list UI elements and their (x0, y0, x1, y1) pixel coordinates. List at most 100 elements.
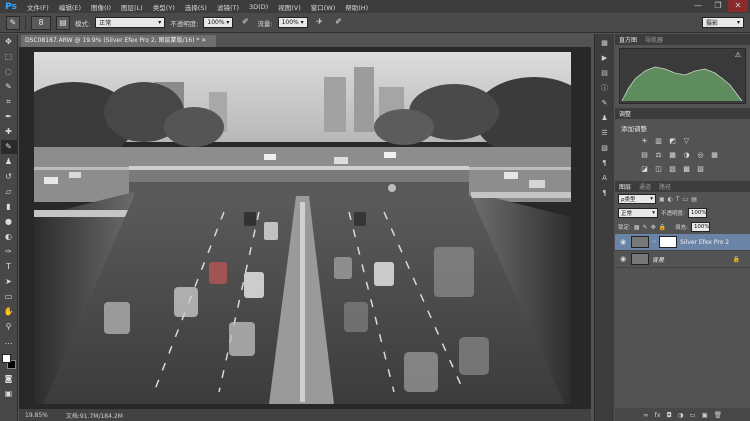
marquee-tool-icon[interactable]: ⬚ (1, 50, 17, 64)
tab-adjustments[interactable]: 调整 (619, 109, 631, 118)
gradient-map-icon[interactable]: ▧ (695, 164, 706, 175)
menu-window[interactable]: 窗口(W) (306, 2, 341, 12)
blend-mode-select[interactable]: 正常 ▾ (618, 208, 658, 218)
blur-tool-icon[interactable]: ● (1, 215, 17, 229)
layer-name[interactable]: Silver Efex Pro 2 (680, 239, 729, 246)
layer-opacity-field[interactable]: 100% (687, 208, 707, 218)
lock-image-icon[interactable]: ✎ (643, 224, 648, 231)
tab-layers[interactable]: 图层 (619, 182, 631, 191)
hand-tool-icon[interactable]: ✋ (1, 305, 17, 319)
lock-position-icon[interactable]: ✥ (651, 224, 656, 231)
dodge-tool-icon[interactable]: ◐ (1, 230, 17, 244)
layer-style-icon[interactable]: fx (654, 411, 660, 419)
close-button[interactable]: ✕ (728, 0, 748, 12)
menu-type[interactable]: 类型(Y) (148, 2, 180, 12)
eraser-tool-icon[interactable]: ▱ (1, 185, 17, 199)
brush-tool-icon[interactable]: ✎ (0, 140, 17, 154)
foreground-color-swatch[interactable] (1, 354, 11, 363)
workspace-select[interactable]: 摄影 ▾ (702, 17, 744, 28)
menu-view[interactable]: 视图(V) (273, 2, 306, 12)
move-tool-icon[interactable]: ✥ (1, 35, 17, 49)
gradient-tool-icon[interactable]: ▮ (1, 200, 17, 214)
crop-tool-icon[interactable]: ⌗ (1, 95, 17, 109)
brush-size-picker[interactable]: 8 (31, 15, 51, 30)
brush-tool-preset-icon[interactable]: ✎ (6, 15, 20, 30)
warning-icon[interactable]: ⚠ (735, 51, 741, 59)
pixel-filter-icon[interactable]: ▣ (659, 196, 665, 203)
photo-filter-icon[interactable]: ◑ (681, 150, 692, 161)
chain-link-icon[interactable]: ∞ (652, 239, 656, 245)
layer-row-silver-efex[interactable]: ◉ ∞ Silver Efex Pro 2 (615, 234, 750, 251)
pen-tool-icon[interactable]: ✑ (1, 245, 17, 259)
type-filter-icon[interactable]: T (676, 196, 680, 203)
airbrush-icon[interactable]: ✈ (313, 16, 327, 30)
menu-filter[interactable]: 滤镜(T) (212, 2, 244, 12)
shape-tool-icon[interactable]: ▭ (1, 290, 17, 304)
trash-icon[interactable]: 🗑 (714, 411, 722, 419)
history-panel-icon[interactable]: ▦ (598, 37, 612, 49)
levels-icon[interactable]: ▥ (653, 136, 664, 147)
zoom-level[interactable]: 19.85% (25, 412, 48, 419)
tab-histogram[interactable]: 直方图 (619, 35, 637, 44)
menu-image[interactable]: 图像(I) (86, 2, 116, 12)
layer-thumbnail[interactable] (631, 253, 649, 265)
screen-mode-icon[interactable]: ▣ (1, 387, 17, 401)
tab-channels[interactable]: 通道 (639, 182, 651, 191)
document-size[interactable]: 文档:91.7M/184.2M (66, 411, 123, 420)
layer-row-background[interactable]: ◉ 背景 🔒 (615, 251, 750, 268)
eye-icon[interactable]: ◉ (618, 238, 628, 246)
flow-field[interactable]: 100% ▾ (277, 17, 308, 28)
healing-brush-tool-icon[interactable]: ✚ (1, 125, 17, 139)
posterize-icon[interactable]: ◫ (653, 164, 664, 175)
history-brush-tool-icon[interactable]: ↺ (1, 170, 17, 184)
restore-button[interactable]: ❐ (708, 0, 728, 12)
layer-kind-filter[interactable]: ρ类型 ▾ (618, 194, 656, 204)
document-tab[interactable]: DSC08187.ARW @ 19.9% (Silver Efex Pro 2,… (21, 35, 216, 47)
channel-mixer-icon[interactable]: ◎ (695, 150, 706, 161)
add-mask-icon[interactable]: ◘ (667, 411, 672, 419)
clone-stamp-tool-icon[interactable]: ♟ (1, 155, 17, 169)
paragraph-styles-icon[interactable]: ¶ (598, 187, 612, 199)
adjustment-filter-icon[interactable]: ◐ (668, 196, 673, 203)
smart-object-filter-icon[interactable]: ▤ (691, 196, 697, 203)
new-group-icon[interactable]: ▭ (689, 411, 695, 419)
gradient-triangle-icon[interactable]: ▽ (681, 136, 692, 147)
menu-layer[interactable]: 图层(L) (116, 2, 148, 12)
color-lookup-icon[interactable]: ▦ (709, 150, 720, 161)
opacity-field[interactable]: 100% ▾ (203, 17, 234, 28)
paragraph-panel-icon[interactable]: ¶ (598, 157, 612, 169)
menu-help[interactable]: 帮助(H) (340, 2, 373, 12)
menu-file[interactable]: 文件(F) (22, 2, 54, 12)
tab-navigator[interactable]: 导航器 (645, 35, 663, 44)
quick-mask-icon[interactable]: ◙ (1, 372, 17, 386)
path-select-tool-icon[interactable]: ➤ (1, 275, 17, 289)
properties-panel-icon[interactable]: ☰ (598, 127, 612, 139)
lock-all-icon[interactable]: 🔒 (659, 224, 666, 231)
curves-icon[interactable]: ◩ (667, 136, 678, 147)
threshold-icon[interactable]: ▨ (667, 164, 678, 175)
link-layers-icon[interactable]: ∞ (643, 411, 648, 419)
quick-select-tool-icon[interactable]: ✎ (1, 80, 17, 94)
menu-select[interactable]: 选择(S) (180, 2, 212, 12)
type-tool-icon[interactable]: T (1, 260, 17, 274)
brush-panel-icon[interactable]: ▤ (56, 15, 70, 30)
tab-paths[interactable]: 路径 (659, 182, 671, 191)
info-panel-icon[interactable]: ⓘ (598, 82, 612, 94)
layer-name[interactable]: 背景 (652, 255, 664, 264)
lasso-tool-icon[interactable]: ◌ (1, 65, 17, 79)
styles-panel-icon[interactable]: ▧ (598, 142, 612, 154)
eyedropper-tool-icon[interactable]: ✒ (1, 110, 17, 124)
invert-icon[interactable]: ◪ (639, 164, 650, 175)
menu-edit[interactable]: 编辑(E) (54, 2, 86, 12)
fill-field[interactable]: 100% (690, 222, 710, 232)
menu-3d[interactable]: 3D(D) (244, 3, 273, 11)
eye-icon[interactable]: ◉ (618, 255, 628, 263)
actions-panel-icon[interactable]: ▶ (598, 52, 612, 64)
pressure-size-icon[interactable]: ✐ (332, 16, 346, 30)
new-adjustment-layer-icon[interactable]: ◑ (678, 411, 684, 419)
minimize-button[interactable]: — (688, 0, 708, 12)
more-tools-icon[interactable]: … (1, 335, 17, 349)
layer-thumbnail[interactable] (631, 236, 649, 248)
color-swatches[interactable] (1, 353, 17, 371)
brightness-contrast-icon[interactable]: ☀ (639, 136, 650, 147)
